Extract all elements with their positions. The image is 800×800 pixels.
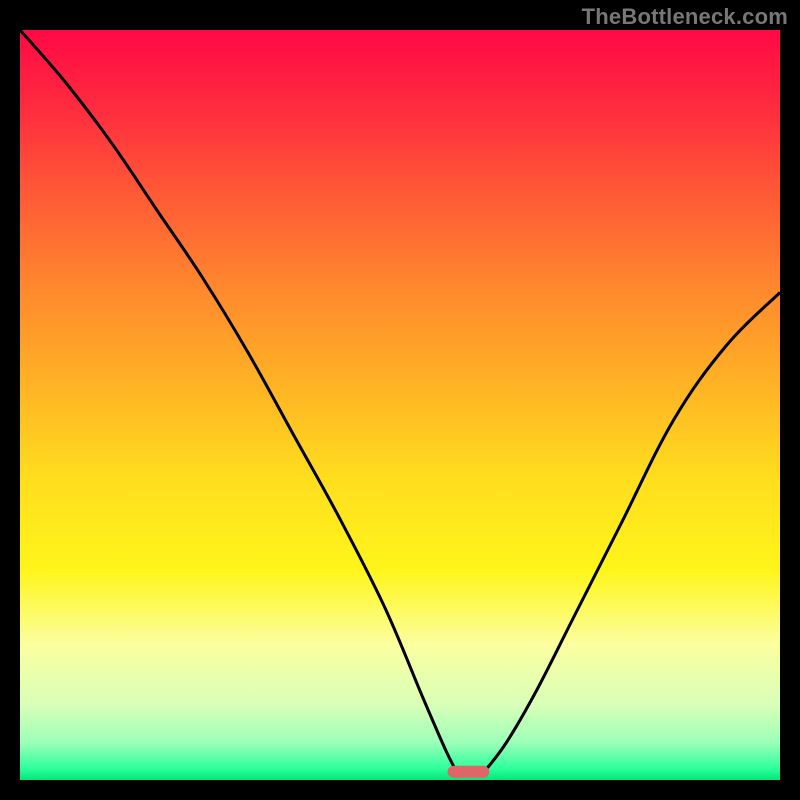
bottleneck-marker	[448, 766, 490, 778]
watermark-label: TheBottleneck.com	[582, 4, 788, 30]
chart-frame: TheBottleneck.com	[0, 0, 800, 800]
bottleneck-chart	[20, 30, 780, 780]
gradient-background	[20, 30, 780, 780]
